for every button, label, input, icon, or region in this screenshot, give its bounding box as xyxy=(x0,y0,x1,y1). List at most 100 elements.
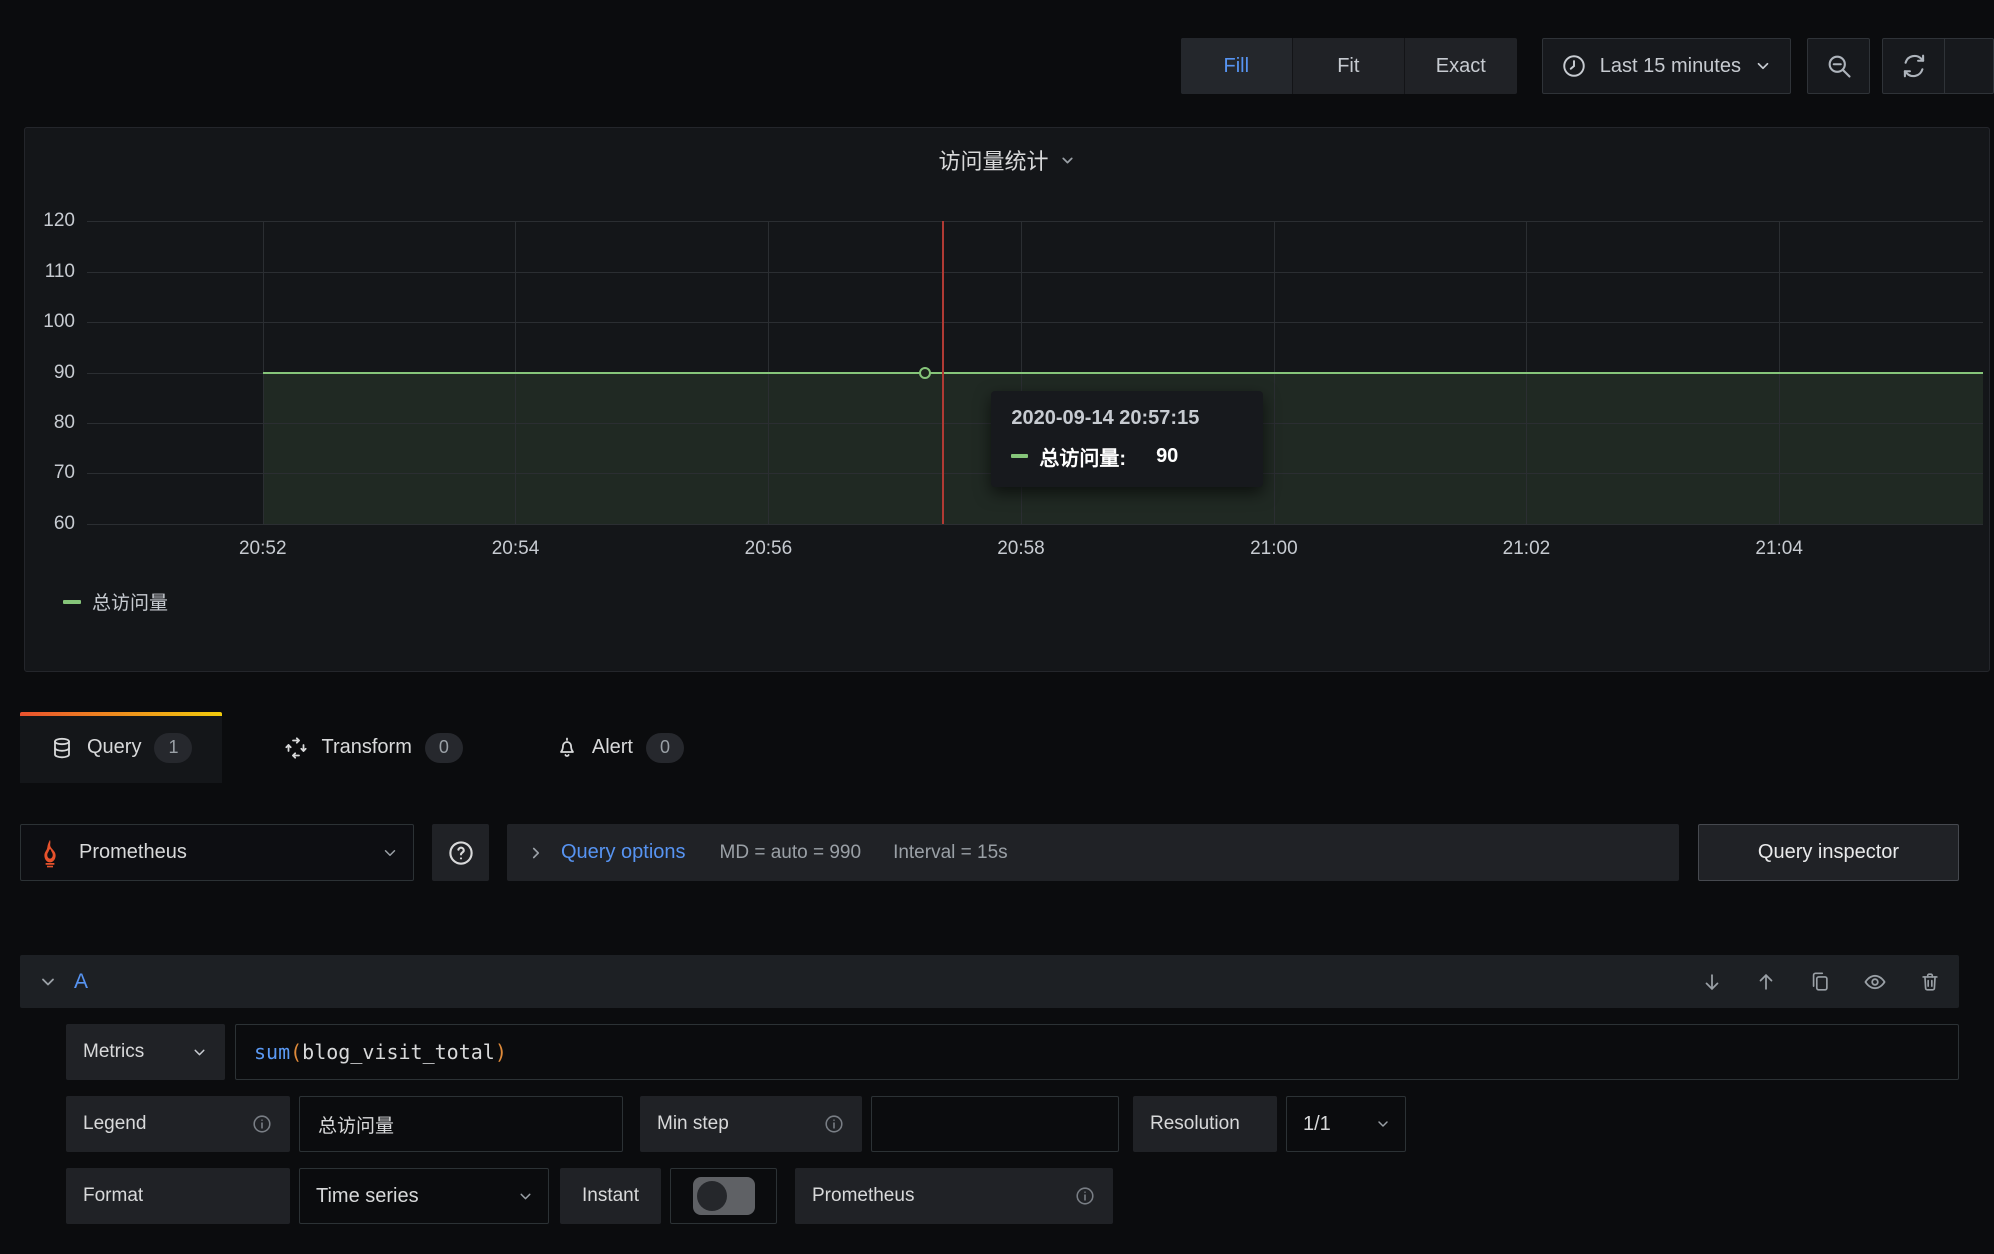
view-mode-exact-button[interactable]: Exact xyxy=(1405,38,1517,94)
query-options-label: Query options xyxy=(561,841,686,864)
transform-icon xyxy=(284,736,308,760)
crosshair-line xyxy=(942,221,944,524)
tooltip-timestamp: 2020-09-14 20:57:15 xyxy=(1011,407,1243,430)
gridline xyxy=(87,272,1983,273)
tab-label: Transform xyxy=(321,736,411,759)
clock-icon xyxy=(1561,53,1587,79)
x-tick: 20:58 xyxy=(997,538,1045,560)
promql-paren-open: ( xyxy=(290,1040,302,1064)
info-icon[interactable] xyxy=(251,1113,273,1135)
tab-alert[interactable]: Alert 0 xyxy=(525,712,714,783)
format-value: Time series xyxy=(316,1185,419,1208)
min-step-input[interactable] xyxy=(871,1096,1119,1152)
refresh-button[interactable] xyxy=(1882,38,1994,94)
toggle-query-visibility-button[interactable] xyxy=(1863,970,1887,994)
format-select[interactable]: Time series xyxy=(299,1168,549,1224)
legend-field-label: Legend xyxy=(66,1096,290,1152)
datasource-name: Prometheus xyxy=(79,841,187,864)
chart-panel: 访问量统计 120 110 100 90 80 70 xyxy=(24,127,1990,672)
legend-label: 总访问量 xyxy=(92,588,168,615)
query-options-md: MD = auto = 990 xyxy=(720,842,862,864)
datasource-hint-text: Prometheus xyxy=(812,1185,914,1207)
y-tick: 90 xyxy=(54,362,75,384)
toggle-knob xyxy=(697,1181,727,1211)
chevron-down-icon xyxy=(1375,1116,1391,1132)
series-line xyxy=(263,372,1983,374)
move-query-down-button[interactable] xyxy=(1701,971,1723,993)
top-toolbar: Fill Fit Exact Last 15 minutes xyxy=(0,0,1994,127)
chart-plot-area[interactable]: 120 110 100 90 80 70 60 20:52 20:54 20:5… xyxy=(87,221,1983,524)
legend-format-value: 总访问量 xyxy=(318,1111,394,1138)
min-step-label-text: Min step xyxy=(657,1113,729,1135)
view-mode-group: Fill Fit Exact xyxy=(1181,38,1517,94)
resolution-value: 1/1 xyxy=(1303,1113,1331,1136)
chevron-down-icon xyxy=(1059,152,1076,169)
x-tick: 20:56 xyxy=(745,538,793,560)
move-query-up-button[interactable] xyxy=(1755,971,1777,993)
duplicate-query-button[interactable] xyxy=(1809,971,1831,993)
legend-color-dash xyxy=(63,600,81,604)
tab-count-badge: 0 xyxy=(646,733,684,763)
y-tick: 110 xyxy=(45,261,75,283)
time-range-picker[interactable]: Last 15 minutes xyxy=(1542,38,1791,94)
x-tick: 20:54 xyxy=(492,538,540,560)
datasource-help-button[interactable] xyxy=(432,824,489,881)
promql-expression-input[interactable]: sum(blog_visit_total) xyxy=(235,1024,1959,1080)
legend-item[interactable]: 总访问量 xyxy=(63,588,168,615)
chart-tooltip: 2020-09-14 20:57:15 总访问量: 90 xyxy=(991,391,1263,487)
format-field-label: Format xyxy=(66,1168,290,1224)
zoom-out-button[interactable] xyxy=(1807,38,1870,94)
y-tick: 70 xyxy=(54,462,75,484)
prometheus-logo-icon xyxy=(35,838,65,868)
editor-tabs: Query 1 Transform 0 Alert 0 xyxy=(20,712,1990,783)
database-icon xyxy=(50,736,74,760)
query-inspector-button[interactable]: Query inspector xyxy=(1698,824,1959,881)
instant-toggle[interactable] xyxy=(670,1168,777,1224)
legend-options-row: Legend 总访问量 Min step Resolution 1/1 xyxy=(66,1096,1959,1152)
tooltip-series-value: 90 xyxy=(1156,445,1178,468)
refresh-interval-dropdown[interactable] xyxy=(1944,39,1993,93)
x-tick: 21:02 xyxy=(1503,538,1551,560)
gridline xyxy=(87,524,1983,525)
metrics-label: Metrics xyxy=(83,1041,144,1063)
panel-title-menu[interactable]: 访问量统计 xyxy=(25,144,1989,176)
query-options-interval: Interval = 15s xyxy=(893,842,1008,864)
view-mode-fill-button[interactable]: Fill xyxy=(1181,38,1293,94)
refresh-icon xyxy=(1883,39,1944,93)
panel-title: 访问量统计 xyxy=(938,144,1048,176)
info-icon[interactable] xyxy=(823,1113,845,1135)
legend-format-input[interactable]: 总访问量 xyxy=(299,1096,623,1152)
chevron-down-icon xyxy=(1754,57,1772,75)
format-label-text: Format xyxy=(83,1185,143,1207)
help-icon xyxy=(446,838,476,868)
min-step-field-label: Min step xyxy=(640,1096,862,1152)
series-color-dash xyxy=(1011,454,1028,458)
gridline xyxy=(87,322,1983,323)
info-icon[interactable] xyxy=(1074,1185,1096,1207)
toggle-track xyxy=(693,1177,755,1215)
hovered-point-marker xyxy=(919,367,931,379)
tab-query[interactable]: Query 1 xyxy=(20,712,222,783)
promql-metric: blog_visit_total xyxy=(302,1040,495,1064)
chevron-down-icon xyxy=(381,844,399,862)
gridline xyxy=(87,221,1983,222)
metrics-dropdown[interactable]: Metrics xyxy=(66,1024,225,1080)
chevron-down-icon[interactable] xyxy=(38,972,58,992)
delete-query-button[interactable] xyxy=(1919,971,1941,993)
tab-transform[interactable]: Transform 0 xyxy=(254,712,492,783)
query-ref-id: A xyxy=(74,970,88,994)
query-options-toggle[interactable]: Query options MD = auto = 990 Interval =… xyxy=(507,824,1679,881)
view-mode-fit-button[interactable]: Fit xyxy=(1293,38,1405,94)
datasource-row: Prometheus Query options MD = auto = 990… xyxy=(20,824,1959,881)
resolution-select[interactable]: 1/1 xyxy=(1286,1096,1406,1152)
datasource-select[interactable]: Prometheus xyxy=(20,824,414,881)
metrics-row: Metrics sum(blog_visit_total) xyxy=(66,1024,1959,1080)
resolution-field-label: Resolution xyxy=(1133,1096,1277,1152)
query-row-header[interactable]: A xyxy=(20,955,1959,1008)
zoom-out-icon xyxy=(1825,52,1853,80)
tab-count-badge: 0 xyxy=(425,733,463,763)
y-tick: 60 xyxy=(54,513,75,535)
y-tick: 120 xyxy=(43,210,75,232)
tooltip-series-label: 总访问量: xyxy=(1039,442,1126,471)
y-tick: 80 xyxy=(54,412,75,434)
